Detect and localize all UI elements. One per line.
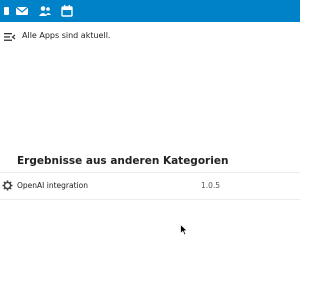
list-item[interactable]: OpenAI integration 1.0.5 bbox=[0, 172, 300, 200]
gear-icon bbox=[2, 180, 13, 191]
mail-icon[interactable] bbox=[15, 4, 29, 18]
header-bar bbox=[0, 0, 300, 22]
calendar-icon[interactable] bbox=[60, 4, 74, 18]
collapse-sidebar-icon[interactable] bbox=[4, 32, 16, 42]
contacts-icon[interactable] bbox=[38, 4, 52, 18]
mouse-cursor-icon bbox=[180, 224, 188, 236]
section-heading: Ergebnisse aus anderen Kategorien bbox=[17, 155, 229, 167]
status-message: Alle Apps sind aktuell. bbox=[22, 31, 111, 40]
app-name[interactable]: OpenAI integration bbox=[17, 181, 88, 190]
files-icon[interactable] bbox=[0, 4, 14, 18]
app-version: 1.0.5 bbox=[201, 181, 221, 190]
